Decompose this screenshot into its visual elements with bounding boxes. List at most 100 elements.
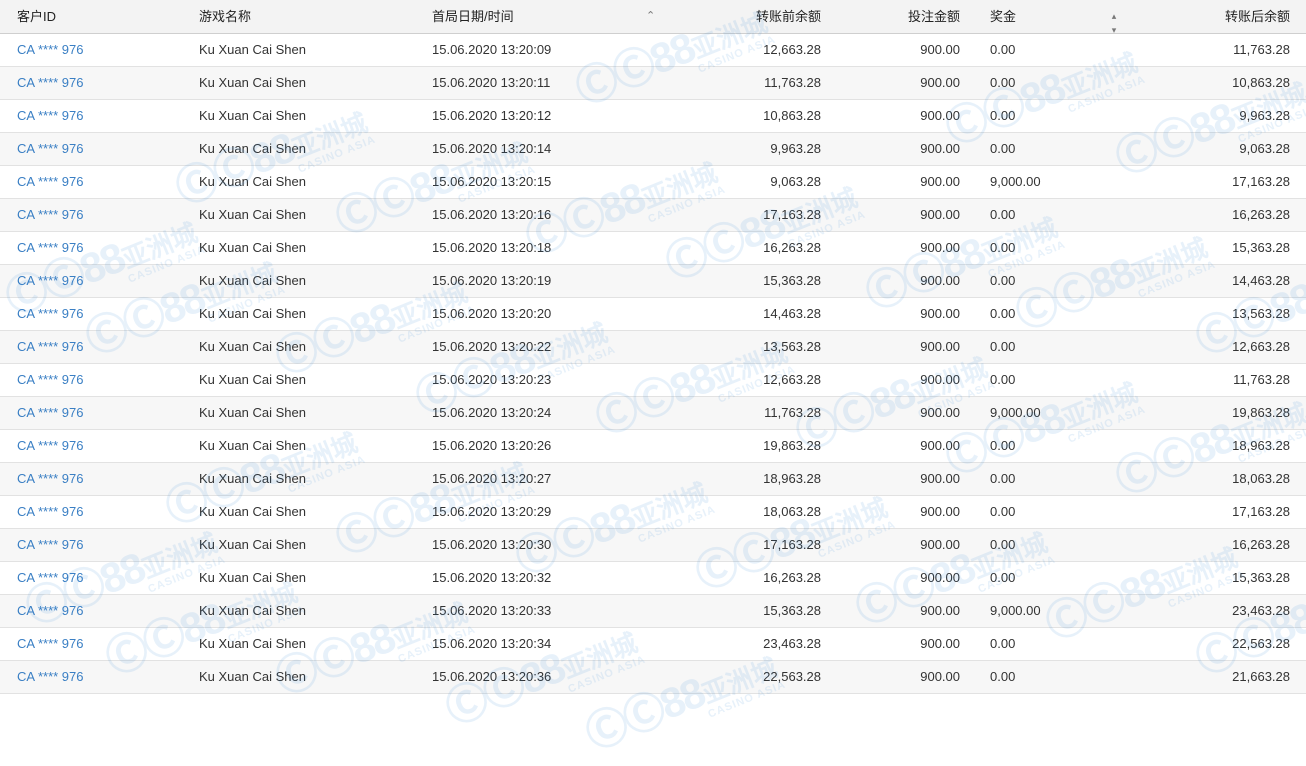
header-balance-before[interactable]: 转账前余额 bbox=[680, 0, 821, 33]
balance-after-cell: 23,463.28 bbox=[1232, 603, 1290, 618]
table-row[interactable]: CA **** 976 Ku Xuan Cai Shen 15.06.2020 13… bbox=[0, 331, 1306, 364]
header-game-name[interactable]: 游戏名称 bbox=[199, 0, 251, 33]
customer-id-link[interactable]: CA **** 976 bbox=[17, 397, 84, 429]
game-name-cell: Ku Xuan Cai Shen bbox=[199, 570, 306, 585]
header-first-datetime[interactable]: 首局日期/时间 bbox=[432, 0, 514, 33]
balance-after-cell: 15,363.28 bbox=[1232, 570, 1290, 585]
game-name-cell: Ku Xuan Cai Shen bbox=[199, 42, 306, 57]
balance-after-cell: 17,163.28 bbox=[1232, 174, 1290, 189]
table-row[interactable]: CA **** 976 Ku Xuan Cai Shen 15.06.2020 13… bbox=[0, 595, 1306, 628]
datetime-cell: 15.06.2020 13:20:29 bbox=[432, 504, 552, 519]
bonus-cell: 0.00 bbox=[990, 339, 1016, 354]
balance-before-cell: 12,663.28 bbox=[763, 42, 821, 57]
table-row[interactable]: CA **** 976 Ku Xuan Cai Shen 15.06.2020 13… bbox=[0, 661, 1306, 694]
table-row[interactable]: CA **** 976 Ku Xuan Cai Shen 15.06.2020 13… bbox=[0, 529, 1306, 562]
bet-amount-cell: 900.00 bbox=[920, 273, 960, 288]
customer-id-link[interactable]: CA **** 976 bbox=[17, 232, 84, 264]
header-bet-amount[interactable]: 投注金额 bbox=[840, 0, 960, 33]
bonus-cell: 0.00 bbox=[990, 471, 1016, 486]
table-row[interactable]: CA **** 976 Ku Xuan Cai Shen 15.06.2020 13… bbox=[0, 628, 1306, 661]
datetime-cell: 15.06.2020 13:20:36 bbox=[432, 669, 552, 684]
table-row[interactable]: CA **** 976 Ku Xuan Cai Shen 15.06.2020 13… bbox=[0, 562, 1306, 595]
table-row[interactable]: CA **** 976 Ku Xuan Cai Shen 15.06.2020 13… bbox=[0, 364, 1306, 397]
balance-before-cell: 16,263.28 bbox=[763, 240, 821, 255]
chevron-up-icon[interactable]: ⌃ bbox=[646, 0, 655, 33]
customer-id-link[interactable]: CA **** 976 bbox=[17, 298, 84, 330]
sort-icon[interactable]: ▴ ▾ bbox=[1109, 9, 1119, 35]
table-row[interactable]: CA **** 976 Ku Xuan Cai Shen 15.06.2020 13… bbox=[0, 133, 1306, 166]
bonus-cell: 0.00 bbox=[990, 207, 1016, 222]
customer-id-link[interactable]: CA **** 976 bbox=[17, 463, 84, 495]
bet-amount-cell: 900.00 bbox=[920, 537, 960, 552]
bonus-cell: 0.00 bbox=[990, 372, 1016, 387]
table-row[interactable]: CA **** 976 Ku Xuan Cai Shen 15.06.2020 13… bbox=[0, 67, 1306, 100]
game-name-cell: Ku Xuan Cai Shen bbox=[199, 372, 306, 387]
customer-id-link[interactable]: CA **** 976 bbox=[17, 133, 84, 165]
customer-id-link[interactable]: CA **** 976 bbox=[17, 166, 84, 198]
header-bonus[interactable]: 奖金 bbox=[990, 0, 1016, 33]
customer-id-link[interactable]: CA **** 976 bbox=[17, 529, 84, 561]
balance-before-cell: 15,363.28 bbox=[763, 273, 821, 288]
customer-id-link[interactable]: CA **** 976 bbox=[17, 430, 84, 462]
bet-amount-cell: 900.00 bbox=[920, 75, 960, 90]
balance-after-cell: 11,763.28 bbox=[1233, 42, 1290, 57]
bonus-cell: 0.00 bbox=[990, 636, 1016, 651]
bet-amount-cell: 900.00 bbox=[920, 240, 960, 255]
customer-id-link[interactable]: CA **** 976 bbox=[17, 100, 84, 132]
customer-id-link[interactable]: CA **** 976 bbox=[17, 265, 84, 297]
table-row[interactable]: CA **** 976 Ku Xuan Cai Shen 15.06.2020 13… bbox=[0, 166, 1306, 199]
table-row[interactable]: CA **** 976 Ku Xuan Cai Shen 15.06.2020 13… bbox=[0, 463, 1306, 496]
bonus-cell: 0.00 bbox=[990, 438, 1016, 453]
customer-id-link[interactable]: CA **** 976 bbox=[17, 661, 84, 693]
balance-before-cell: 16,263.28 bbox=[763, 570, 821, 585]
customer-id-link[interactable]: CA **** 976 bbox=[17, 364, 84, 396]
balance-before-cell: 12,663.28 bbox=[763, 372, 821, 387]
balance-after-cell: 12,663.28 bbox=[1232, 339, 1290, 354]
balance-after-cell: 21,663.28 bbox=[1232, 669, 1290, 684]
table-row[interactable]: CA **** 976 Ku Xuan Cai Shen 15.06.2020 13… bbox=[0, 232, 1306, 265]
customer-id-link[interactable]: CA **** 976 bbox=[17, 67, 84, 99]
header-customer-id[interactable]: 客户ID bbox=[17, 0, 56, 33]
customer-id-link[interactable]: CA **** 976 bbox=[17, 628, 84, 660]
bet-amount-cell: 900.00 bbox=[920, 636, 960, 651]
customer-id-link[interactable]: CA **** 976 bbox=[17, 562, 84, 594]
customer-id-link[interactable]: CA **** 976 bbox=[17, 331, 84, 363]
table-row[interactable]: CA **** 976 Ku Xuan Cai Shen 15.06.2020 13… bbox=[0, 34, 1306, 67]
game-name-cell: Ku Xuan Cai Shen bbox=[199, 504, 306, 519]
table-row[interactable]: CA **** 976 Ku Xuan Cai Shen 15.06.2020 13… bbox=[0, 199, 1306, 232]
datetime-cell: 15.06.2020 13:20:27 bbox=[432, 471, 552, 486]
table-row[interactable]: CA **** 976 Ku Xuan Cai Shen 15.06.2020 13… bbox=[0, 298, 1306, 331]
bet-amount-cell: 900.00 bbox=[920, 207, 960, 222]
table-row[interactable]: CA **** 976 Ku Xuan Cai Shen 15.06.2020 13… bbox=[0, 496, 1306, 529]
header-balance-after[interactable]: 转账后余额 bbox=[1150, 0, 1290, 33]
balance-after-cell: 14,463.28 bbox=[1232, 273, 1290, 288]
datetime-cell: 15.06.2020 13:20:24 bbox=[432, 405, 552, 420]
game-name-cell: Ku Xuan Cai Shen bbox=[199, 75, 306, 90]
customer-id-link[interactable]: CA **** 976 bbox=[17, 496, 84, 528]
customer-id-link[interactable]: CA **** 976 bbox=[17, 34, 84, 66]
bonus-cell: 0.00 bbox=[990, 108, 1016, 123]
bet-amount-cell: 900.00 bbox=[920, 306, 960, 321]
table-row[interactable]: CA **** 976 Ku Xuan Cai Shen 15.06.2020 13… bbox=[0, 397, 1306, 430]
bet-amount-cell: 900.00 bbox=[920, 570, 960, 585]
bonus-cell: 0.00 bbox=[990, 42, 1016, 57]
balance-after-cell: 15,363.28 bbox=[1232, 240, 1290, 255]
bonus-cell: 0.00 bbox=[990, 240, 1016, 255]
balance-before-cell: 17,163.28 bbox=[763, 207, 821, 222]
table-row[interactable]: CA **** 976 Ku Xuan Cai Shen 15.06.2020 13… bbox=[0, 265, 1306, 298]
balance-before-cell: 11,763.28 bbox=[764, 405, 821, 420]
bet-amount-cell: 900.00 bbox=[920, 669, 960, 684]
balance-before-cell: 18,963.28 bbox=[763, 471, 821, 486]
customer-id-link[interactable]: CA **** 976 bbox=[17, 595, 84, 627]
game-name-cell: Ku Xuan Cai Shen bbox=[199, 240, 306, 255]
bet-amount-cell: 900.00 bbox=[920, 438, 960, 453]
table-row[interactable]: CA **** 976 Ku Xuan Cai Shen 15.06.2020 13… bbox=[0, 430, 1306, 463]
game-name-cell: Ku Xuan Cai Shen bbox=[199, 405, 306, 420]
table-row[interactable]: CA **** 976 Ku Xuan Cai Shen 15.06.2020 13… bbox=[0, 100, 1306, 133]
datetime-cell: 15.06.2020 13:20:09 bbox=[432, 42, 552, 57]
customer-id-link[interactable]: CA **** 976 bbox=[17, 199, 84, 231]
bet-amount-cell: 900.00 bbox=[920, 141, 960, 156]
bonus-cell: 0.00 bbox=[990, 141, 1016, 156]
balance-after-cell: 16,263.28 bbox=[1232, 207, 1290, 222]
bonus-cell: 0.00 bbox=[990, 306, 1016, 321]
